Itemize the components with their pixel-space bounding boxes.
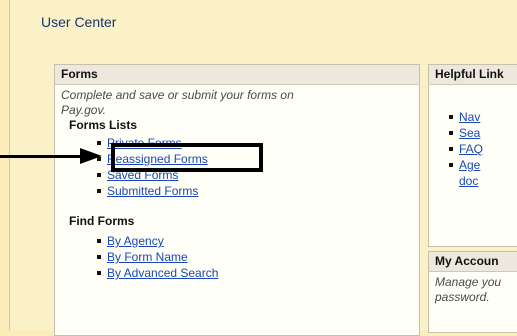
account-panel: My Accoun Manage you password. [428, 251, 517, 333]
account-description: Manage you password. [429, 272, 517, 305]
helpful-links-heading: Helpful Link [429, 65, 517, 85]
account-description-line: Manage you [435, 275, 502, 289]
submitted-forms-link[interactable]: Submitted Forms [107, 184, 198, 198]
list-item: Sea [429, 125, 517, 141]
find-forms-list: By Agency By Form Name By Advanced Searc… [55, 233, 419, 281]
forms-description: Complete and save or submit your forms o… [55, 85, 419, 118]
account-description-line: password. [435, 290, 490, 304]
list-item: Submitted Forms [55, 183, 419, 199]
list-item: By Agency [55, 233, 419, 249]
page-title: User Center [41, 14, 117, 30]
helpful-links-list: Nav Sea FAQ Age doc [429, 109, 517, 189]
find-forms-heading: Find Forms [69, 214, 135, 228]
helpful-link[interactable]: Nav [459, 110, 480, 124]
helpful-link-line: doc [459, 174, 479, 188]
annotation-highlight-box [111, 143, 263, 172]
helpful-link[interactable]: Age doc [459, 158, 480, 188]
list-item: FAQ [429, 141, 517, 157]
forms-heading: Forms [55, 65, 419, 85]
account-heading: My Accoun [429, 252, 517, 272]
annotation-arrow-shaft [0, 155, 82, 158]
annotation-arrow-icon [80, 148, 102, 164]
forms-lists-heading: Forms Lists [69, 118, 138, 132]
by-agency-link[interactable]: By Agency [107, 234, 164, 248]
helpful-links-panel: Helpful Link Nav Sea FAQ Age doc [428, 64, 517, 247]
by-form-name-link[interactable]: By Form Name [107, 250, 188, 264]
list-item: Age doc [429, 157, 517, 189]
forms-description-line: Complete and save or submit your forms o… [61, 88, 294, 102]
list-item: By Advanced Search [55, 265, 419, 281]
list-item: Nav [429, 109, 517, 125]
helpful-link[interactable]: Sea [459, 126, 480, 140]
by-advanced-search-link[interactable]: By Advanced Search [107, 266, 218, 280]
forms-panel: Forms Complete and save or submit your f… [54, 64, 420, 336]
list-item: By Form Name [55, 249, 419, 265]
helpful-link[interactable]: FAQ [459, 142, 483, 156]
helpful-link-line: Age [459, 158, 481, 172]
forms-description-line: Pay.gov. [61, 103, 106, 117]
